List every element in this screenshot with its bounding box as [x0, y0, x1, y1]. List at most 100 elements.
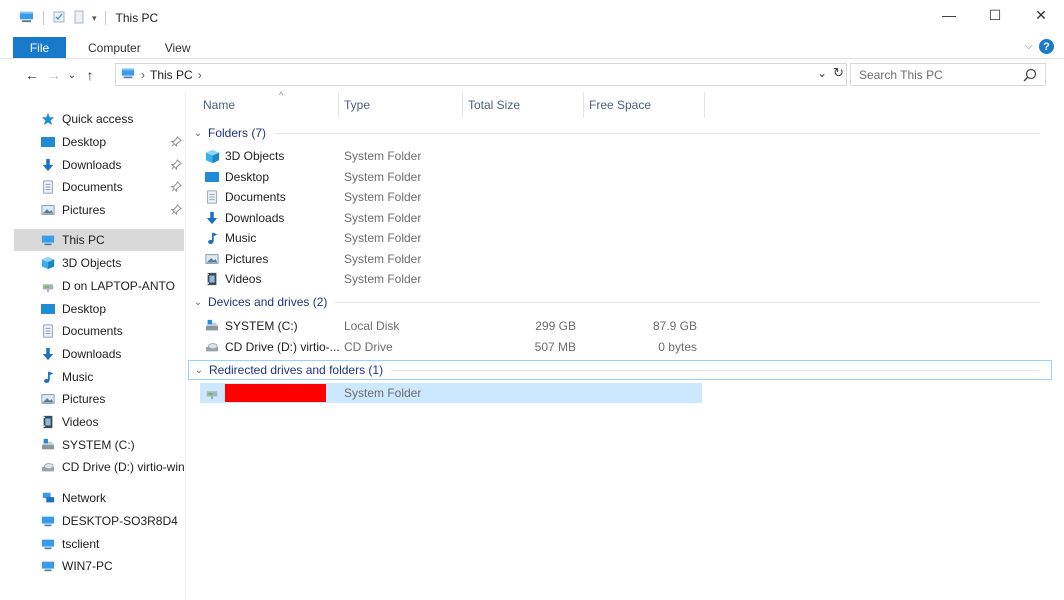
group-header-devices[interactable]: ⌄ Devices and drives (2): [188, 293, 1052, 311]
forward-button[interactable]: →: [43, 64, 65, 86]
column-header-total-size[interactable]: Total Size: [468, 92, 578, 118]
help-icon[interactable]: ?: [1039, 39, 1054, 54]
breadcrumb-this-pc[interactable]: This PC: [150, 68, 193, 82]
item-type: System Folder: [344, 231, 422, 245]
group-label: Redirected drives and folders (1): [209, 363, 384, 377]
minimize-button[interactable]: —: [926, 0, 972, 30]
pin-icon[interactable]: [171, 159, 182, 173]
nav-quick-documents[interactable]: Documents: [0, 176, 184, 198]
tab-computer[interactable]: Computer: [76, 37, 153, 58]
breadcrumb-separator[interactable]: ›: [141, 68, 145, 82]
group-divider: [391, 369, 1039, 371]
nav-win7-pc[interactable]: WIN7-PC: [0, 555, 184, 577]
column-label: Name: [203, 98, 236, 112]
column-divider[interactable]: [704, 92, 705, 118]
close-button[interactable]: ✕: [1018, 0, 1064, 30]
list-item[interactable]: Pictures System Folder: [200, 249, 700, 269]
cd-drive-icon: [204, 339, 220, 355]
nav-quick-desktop[interactable]: Desktop: [0, 131, 184, 153]
recent-locations-button[interactable]: ⌄: [65, 64, 79, 86]
list-item[interactable]: CD Drive (D:) virtio-... CD Drive 507 MB…: [200, 337, 700, 357]
nav-label: Network: [62, 491, 107, 505]
collapse-chevron-icon[interactable]: ⌄: [191, 365, 207, 376]
new-folder-icon[interactable]: [72, 10, 86, 27]
tab-file[interactable]: File: [13, 37, 66, 58]
desktop-icon: [204, 169, 220, 185]
refresh-icon[interactable]: ↻: [833, 65, 844, 81]
list-item[interactable]: Music System Folder: [200, 228, 700, 248]
column-label: Free Space: [589, 98, 652, 112]
nav-downloads[interactable]: Downloads: [0, 343, 184, 365]
nav-label: Documents: [62, 324, 123, 338]
column-header-type[interactable]: Type: [344, 92, 464, 118]
search-input[interactable]: [859, 67, 1019, 82]
nav-network[interactable]: Network: [0, 487, 184, 509]
column-divider[interactable]: [462, 92, 463, 118]
group-header-folders[interactable]: ⌄ Folders (7): [188, 124, 1052, 142]
list-item[interactable]: Desktop System Folder: [200, 167, 700, 187]
pin-icon[interactable]: [171, 204, 182, 218]
nav-cd-drive[interactable]: CD Drive (D:) virtio-win-: [0, 456, 184, 478]
pin-icon[interactable]: [171, 181, 182, 195]
list-item[interactable]: Documents System Folder: [200, 187, 700, 207]
column-label: Total Size: [468, 98, 521, 112]
nav-music[interactable]: Music: [0, 366, 184, 388]
nav-tsclient[interactable]: tsclient: [0, 533, 184, 555]
nav-label: This PC: [62, 233, 105, 247]
nav-label: Pictures: [62, 203, 106, 217]
search-box[interactable]: [850, 63, 1046, 86]
back-button[interactable]: ←: [21, 64, 43, 86]
customize-toolbar-icon[interactable]: ▾: [92, 13, 97, 24]
collapse-chevron-icon[interactable]: ⌄: [190, 128, 206, 139]
up-button[interactable]: ↑: [79, 64, 101, 86]
list-item[interactable]: Downloads System Folder: [200, 208, 700, 228]
nav-quick-downloads[interactable]: Downloads: [0, 154, 184, 176]
nav-desktop-so3r8d4[interactable]: DESKTOP-SO3R8D4: [0, 510, 184, 532]
pictures-icon: [204, 251, 220, 267]
group-header-redirected[interactable]: ⌄ Redirected drives and folders (1): [188, 360, 1052, 380]
column-divider[interactable]: [583, 92, 584, 118]
nav-label: 3D Objects: [62, 256, 122, 270]
title-bar: ▾ This PC — ☐ ✕: [0, 0, 1064, 36]
item-name: SYSTEM (C:): [225, 319, 298, 333]
column-header-free-space[interactable]: Free Space: [589, 92, 699, 118]
item-name: 3D Objects: [225, 149, 285, 163]
column-divider[interactable]: [338, 92, 339, 118]
breadcrumb-separator[interactable]: ›: [198, 68, 202, 82]
nav-this-pc[interactable]: This PC: [14, 229, 184, 251]
maximize-button[interactable]: ☐: [972, 0, 1018, 30]
list-item[interactable]: Videos System Folder: [200, 269, 700, 289]
list-item[interactable]: SYSTEM (C:) Local Disk 299 GB 87.9 GB: [200, 316, 700, 336]
nav-quick-pictures[interactable]: Pictures: [0, 199, 184, 221]
videos-icon: [204, 271, 220, 287]
nav-desktop[interactable]: Desktop: [0, 298, 184, 320]
address-history-dropdown[interactable]: ⌄: [817, 66, 827, 80]
nav-label: DESKTOP-SO3R8D4: [62, 514, 178, 528]
properties-icon[interactable]: [52, 10, 66, 27]
item-free-space: 87.9 GB: [652, 319, 697, 333]
nav-documents[interactable]: Documents: [0, 320, 184, 342]
column-header-name[interactable]: ^ Name: [203, 90, 341, 118]
nav-quick-access[interactable]: Quick access: [0, 108, 184, 130]
address-bar[interactable]: › This PC › ⌄ ↻: [115, 63, 847, 86]
music-icon: [204, 230, 220, 246]
search-icon[interactable]: [1023, 68, 1037, 85]
collapse-chevron-icon[interactable]: ⌄: [190, 297, 206, 308]
item-type: System Folder: [344, 252, 422, 266]
cd-drive-icon: [40, 459, 56, 475]
list-item[interactable]: System Folder: [200, 383, 702, 403]
expand-ribbon-icon[interactable]: ⌵: [1025, 40, 1033, 53]
nav-d-on-laptop[interactable]: D on LAPTOP-ANTO: [0, 275, 184, 297]
nav-videos[interactable]: Videos: [0, 411, 184, 433]
tab-view[interactable]: View: [153, 37, 203, 58]
desktop-icon: [40, 134, 56, 150]
item-type: System Folder: [344, 190, 422, 204]
list-item[interactable]: 3D Objects System Folder: [200, 146, 700, 166]
nav-pictures[interactable]: Pictures: [0, 388, 184, 410]
nav-system-c[interactable]: SYSTEM (C:): [0, 434, 184, 456]
nav-label: Quick access: [62, 112, 134, 126]
nav-label: tsclient: [62, 537, 100, 551]
item-type: CD Drive: [344, 340, 393, 354]
nav-3d-objects[interactable]: 3D Objects: [0, 252, 184, 274]
pin-icon[interactable]: [171, 136, 182, 150]
